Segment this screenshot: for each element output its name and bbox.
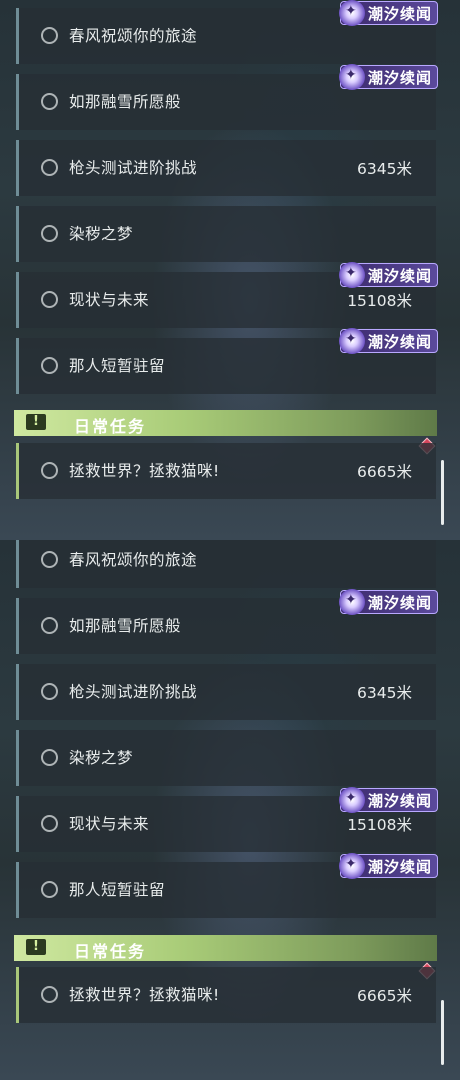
quest-name: 如那融雪所愿般 [69,93,182,111]
tide-badge: 潮汐续闻 [339,589,438,615]
quest-name: 现状与未来 [69,291,150,309]
circle-icon [41,815,58,832]
quest-item[interactable]: 枪头测试进阶挑战 6345米 [16,140,436,196]
circle-icon [41,357,58,374]
exclamation-icon: ! [26,939,46,955]
circle-icon [41,617,58,634]
tide-badge: 潮汐续闻 [339,328,438,354]
tide-badge: 潮汐续闻 [339,64,438,90]
quest-distance: 6665米 [357,463,412,481]
badge-label: 潮汐续闻 [368,4,433,23]
tide-badge: 潮汐续闻 [339,0,438,26]
quest-name: 枪头测试进阶挑战 [69,159,198,177]
quest-distance: 15108米 [347,292,412,310]
daily-quest-item[interactable]: 拯救世界？拯救猫咪! 6665米 [16,967,436,1023]
badge-label: 潮汐续闻 [368,68,433,87]
quest-name: 那人短暂驻留 [69,357,166,375]
badge-label: 潮汐续闻 [368,791,433,810]
circle-icon [41,881,58,898]
circle-icon [41,749,58,766]
badge-label: 潮汐续闻 [368,593,433,612]
quest-name: 春风祝颂你的旅途 [69,27,198,45]
quest-name: 如那融雪所愿般 [69,617,182,635]
quest-panel-top: 春风祝颂你的旅途 如那融雪所愿般 枪头测试进阶挑战 6345米 染秽之梦 现状与… [0,0,460,540]
quest-distance: 6345米 [357,160,412,178]
circle-icon [41,462,58,479]
quest-name: 现状与未来 [69,815,150,833]
circle-icon [41,683,58,700]
quest-name: 枪头测试进阶挑战 [69,683,198,701]
scrollbar[interactable] [441,1000,444,1065]
section-title: 日常任务 [74,417,147,436]
circle-icon [41,93,58,110]
quest-item[interactable]: 染秽之梦 [16,730,436,786]
sparkle-icon [339,787,365,813]
quest-name: 染秽之梦 [69,225,134,243]
quest-item[interactable]: 春风祝颂你的旅途 [16,540,436,588]
circle-icon [41,986,58,1003]
daily-section-header: ! 日常任务 [14,935,437,961]
sparkle-icon [339,328,365,354]
daily-section-header: ! 日常任务 [14,410,437,436]
exclamation-icon: ! [26,414,46,430]
sparkle-icon [339,64,365,90]
tide-badge: 潮汐续闻 [339,262,438,288]
circle-icon [41,27,58,44]
quest-name: 拯救世界？拯救猫咪! [69,462,220,480]
quest-panel-bottom: 春风祝颂你的旅途 如那融雪所愿般 枪头测试进阶挑战 6345米 染秽之梦 现状与… [0,540,460,1080]
quest-name: 染秽之梦 [69,749,134,767]
quest-item[interactable]: 枪头测试进阶挑战 6345米 [16,664,436,720]
circle-icon [41,291,58,308]
badge-label: 潮汐续闻 [368,332,433,351]
quest-name: 拯救世界？拯救猫咪! [69,986,220,1004]
circle-icon [41,225,58,242]
sparkle-icon [339,853,365,879]
quest-distance: 6665米 [357,987,412,1005]
quest-name: 那人短暂驻留 [69,881,166,899]
quest-distance: 15108米 [347,816,412,834]
circle-icon [41,159,58,176]
daily-quest-item[interactable]: 拯救世界？拯救猫咪! 6665米 [16,443,436,499]
tide-badge: 潮汐续闻 [339,853,438,879]
badge-label: 潮汐续闻 [368,857,433,876]
quest-name: 春风祝颂你的旅途 [69,551,198,569]
sparkle-icon [339,262,365,288]
section-title: 日常任务 [74,942,147,961]
badge-label: 潮汐续闻 [368,266,433,285]
sparkle-icon [339,589,365,615]
quest-item[interactable]: 染秽之梦 [16,206,436,262]
circle-icon [41,551,58,568]
tide-badge: 潮汐续闻 [339,787,438,813]
scrollbar[interactable] [441,460,444,525]
quest-distance: 6345米 [357,684,412,702]
sparkle-icon [339,0,365,26]
